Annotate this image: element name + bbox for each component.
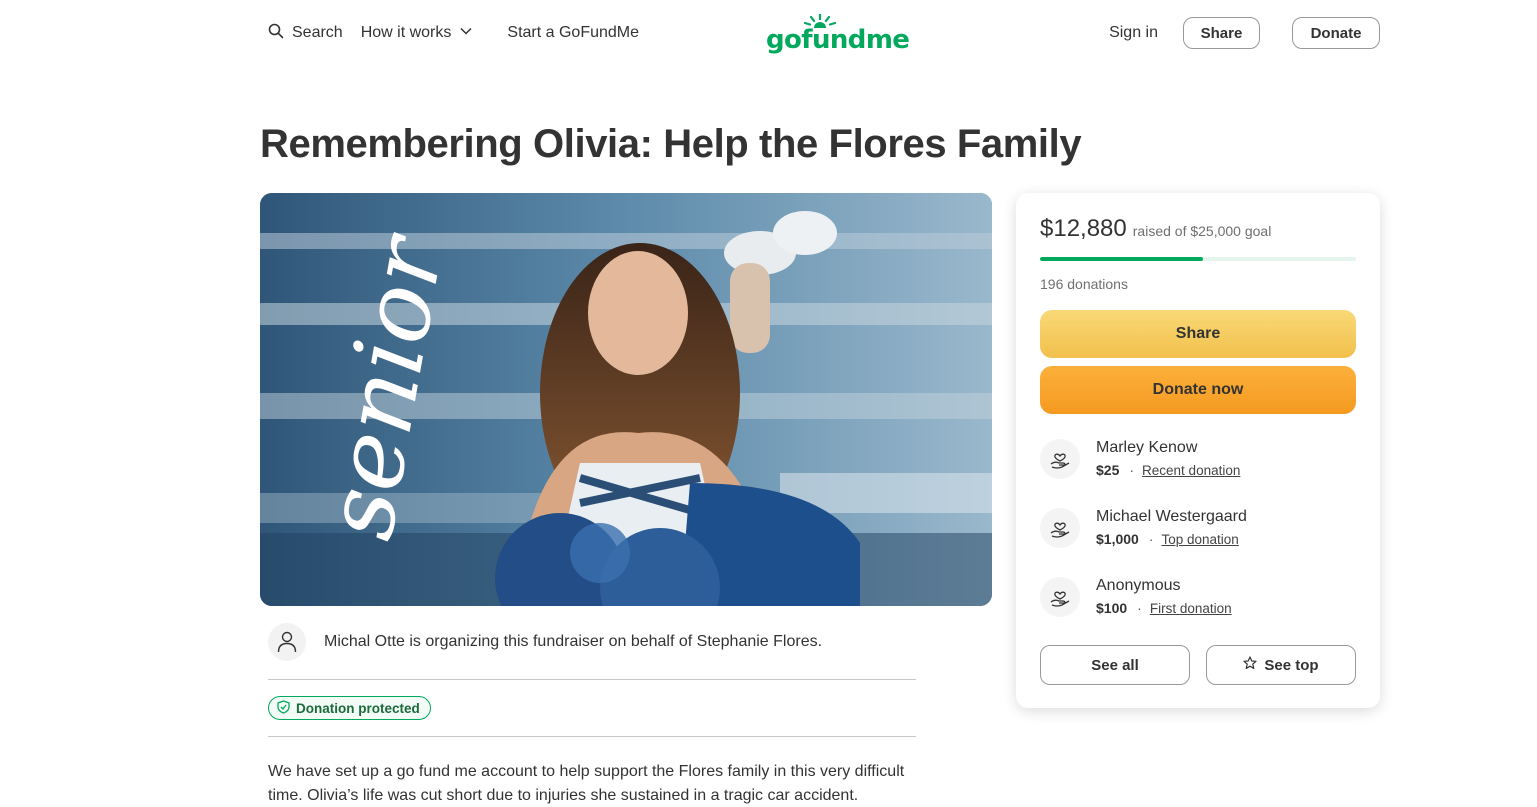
- progress-bar: [1040, 257, 1356, 261]
- logo-wordmark: gofundme: [766, 25, 910, 55]
- donation-card: $12,880 raised of $25,000 goal 196 donat…: [1016, 193, 1380, 708]
- donation-protected-label: Donation protected: [296, 700, 420, 716]
- donate-now-button[interactable]: Donate now: [1040, 366, 1356, 414]
- donor-name: Anonymous: [1096, 577, 1181, 594]
- header-share-button[interactable]: Share: [1183, 17, 1260, 49]
- donor-item: Marley Kenow $25 · Recent donation: [1040, 439, 1356, 487]
- donor-amount: $1,000: [1096, 531, 1139, 547]
- heart-hand-icon: [1040, 508, 1080, 548]
- donation-protected-badge[interactable]: Donation protected: [268, 696, 431, 720]
- donor-meta: $100 · First donation: [1096, 600, 1232, 616]
- header-nav-left: Search How it works Start a GoFundMe: [268, 20, 639, 46]
- donor-item: Michael Westergaard $1,000 · Top donatio…: [1040, 508, 1356, 556]
- raised-summary: $12,880 raised of $25,000 goal: [1040, 215, 1271, 243]
- person-icon: [268, 623, 306, 661]
- chevron-down-icon: [451, 24, 473, 43]
- separator-dot: ·: [1137, 600, 1142, 616]
- sign-in-link[interactable]: Sign in: [1109, 24, 1158, 42]
- separator-dot: ·: [1148, 531, 1154, 547]
- start-gofundme-link[interactable]: Start a GoFundMe: [507, 24, 639, 42]
- how-it-works-label: How it works: [360, 24, 452, 41]
- donor-amount: $25: [1096, 462, 1120, 478]
- search-label: Search: [292, 24, 343, 41]
- gofundme-logo[interactable]: gofundme: [766, 12, 910, 55]
- donor-name: Marley Kenow: [1096, 439, 1198, 456]
- search-button[interactable]: Search: [268, 23, 343, 44]
- header-donate-button[interactable]: Donate: [1292, 17, 1380, 49]
- donor-name: Michael Westergaard: [1096, 508, 1247, 525]
- donor-meta: $1,000 · Top donation: [1096, 531, 1239, 547]
- donation-count: 196 donations: [1040, 276, 1128, 292]
- page-title: Remembering Olivia: Help the Flores Fami…: [260, 122, 1082, 166]
- organizer-text: Michal Otte is organizing this fundraise…: [324, 633, 823, 650]
- raised-goal: raised of $25,000 goal: [1132, 223, 1272, 239]
- share-button[interactable]: Share: [1040, 310, 1356, 358]
- search-icon: [268, 23, 292, 44]
- see-top-button[interactable]: See top: [1206, 645, 1356, 685]
- protected-row: Donation protected: [268, 680, 916, 737]
- donor-meta: $25 · Recent donation: [1096, 462, 1240, 478]
- see-top-label: See top: [1264, 656, 1319, 674]
- donor-tag-link[interactable]: First donation: [1150, 601, 1232, 616]
- see-all-button[interactable]: See all: [1040, 645, 1190, 685]
- header-nav-right: Sign in Share Donate: [1109, 17, 1380, 49]
- shield-check-icon: [277, 699, 296, 717]
- campaign-story: We have set up a go fund me account to h…: [268, 763, 905, 804]
- donor-amount: $100: [1096, 600, 1128, 616]
- raised-amount: $12,880: [1040, 215, 1127, 242]
- progress-fill: [1040, 257, 1203, 261]
- heart-hand-icon: [1040, 439, 1080, 479]
- separator-dot: ·: [1129, 462, 1135, 478]
- star-icon: [1243, 656, 1264, 674]
- campaign-hero-image: senior: [260, 193, 992, 606]
- how-it-works-menu[interactable]: How it works: [361, 24, 474, 43]
- donor-item: Anonymous $100 · First donation: [1040, 577, 1356, 625]
- donor-tag-link[interactable]: Recent donation: [1142, 463, 1240, 478]
- donor-tag-link[interactable]: Top donation: [1162, 532, 1239, 547]
- heart-hand-icon: [1040, 577, 1080, 617]
- organizer-row: Michal Otte is organizing this fundraise…: [268, 623, 916, 680]
